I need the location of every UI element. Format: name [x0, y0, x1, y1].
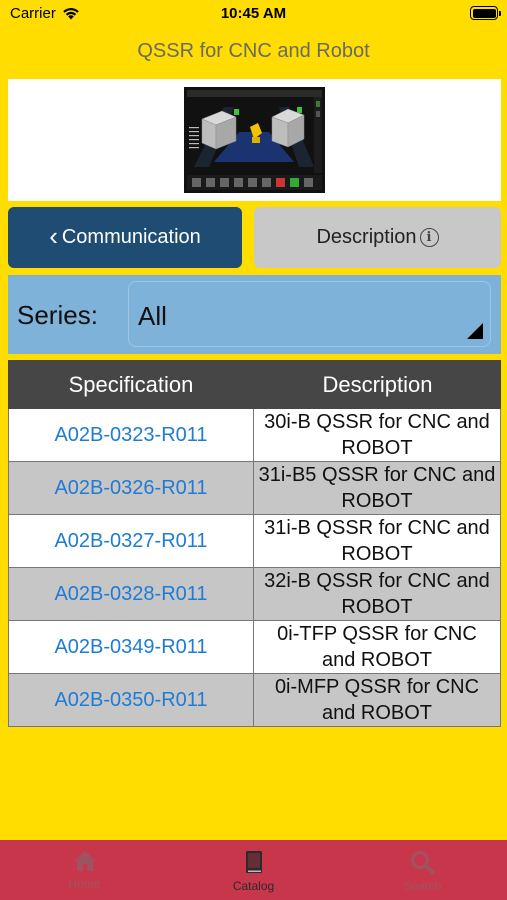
status-time: 10:45 AM	[220, 5, 287, 22]
book-icon	[245, 851, 262, 873]
tabbar-item-search[interactable]: Search	[338, 840, 507, 900]
column-header-specification: Specification	[68, 371, 194, 397]
table-row[interactable]: A02B-0327-R011 31i-B QSSR for CNC and RO…	[8, 515, 501, 568]
info-icon: i	[419, 228, 439, 247]
spec-link[interactable]: A02B-0350-R011	[9, 674, 254, 726]
spec-link[interactable]: A02B-0326-R011	[9, 462, 254, 514]
description-cell: 32i-B QSSR for CNC and ROBOT	[264, 570, 490, 618]
table-header: Specification Description	[8, 360, 501, 409]
tabbar-label-search: Search	[403, 879, 442, 893]
spec-link[interactable]: A02B-0349-R011	[9, 621, 254, 673]
home-icon	[73, 851, 96, 871]
table-row[interactable]: A02B-0323-R011 30i-B QSSR for CNC and RO…	[8, 409, 501, 462]
description-tab-label: Description	[316, 226, 417, 248]
tabbar-label-catalog: Catalog	[232, 879, 275, 893]
battery-icon	[470, 6, 501, 20]
spec-table: Specification Description A02B-0323-R011…	[8, 360, 501, 727]
dropdown-corner-arrow-icon	[467, 323, 483, 339]
description-cell: 0i-MFP QSSR for CNC and ROBOT	[274, 676, 480, 724]
status-bar: Carrier 10:45 AM	[0, 0, 507, 30]
communication-tab-label: Communication	[61, 226, 201, 248]
description-cell: 30i-B QSSR for CNC and ROBOT	[264, 411, 490, 459]
spec-link[interactable]: A02B-0328-R011	[9, 568, 254, 620]
table-row[interactable]: A02B-0349-R011 0i-TFP QSSR for CNC and R…	[8, 621, 501, 674]
qssr-screenshot-image	[184, 87, 325, 193]
tabbar-label-home: Home	[68, 877, 101, 891]
column-header-description: Description	[322, 371, 433, 397]
tabbar-item-home[interactable]: Home	[0, 840, 169, 900]
product-image-panel	[8, 79, 501, 201]
communication-tab-button[interactable]: ‹ Communication	[8, 207, 242, 268]
series-selected-value: All	[138, 301, 167, 331]
description-tab-button[interactable]: Description i	[254, 207, 501, 268]
series-label: Series:	[17, 300, 98, 330]
description-cell: 0i-TFP QSSR for CNC and ROBOT	[277, 623, 477, 671]
description-cell: 31i-B QSSR for CNC and ROBOT	[264, 517, 490, 565]
spec-link[interactable]: A02B-0327-R011	[9, 515, 254, 567]
description-cell: 31i-B5 QSSR for CNC and ROBOT	[258, 464, 496, 512]
page-title: QSSR for CNC and Robot	[137, 40, 370, 62]
tabbar-item-catalog[interactable]: Catalog	[169, 840, 338, 900]
search-icon	[410, 851, 435, 874]
bottom-tab-bar: Home Catalog Search	[0, 840, 507, 900]
series-filter-row: Series: All	[8, 275, 501, 354]
table-row[interactable]: A02B-0326-R011 31i-B5 QSSR for CNC and R…	[8, 462, 501, 515]
spec-link[interactable]: A02B-0323-R011	[9, 409, 254, 461]
chevron-left-icon: ‹	[49, 220, 58, 251]
series-dropdown[interactable]: All	[128, 281, 491, 347]
table-row[interactable]: A02B-0328-R011 32i-B QSSR for CNC and RO…	[8, 568, 501, 621]
table-row[interactable]: A02B-0350-R011 0i-MFP QSSR for CNC and R…	[8, 674, 501, 727]
